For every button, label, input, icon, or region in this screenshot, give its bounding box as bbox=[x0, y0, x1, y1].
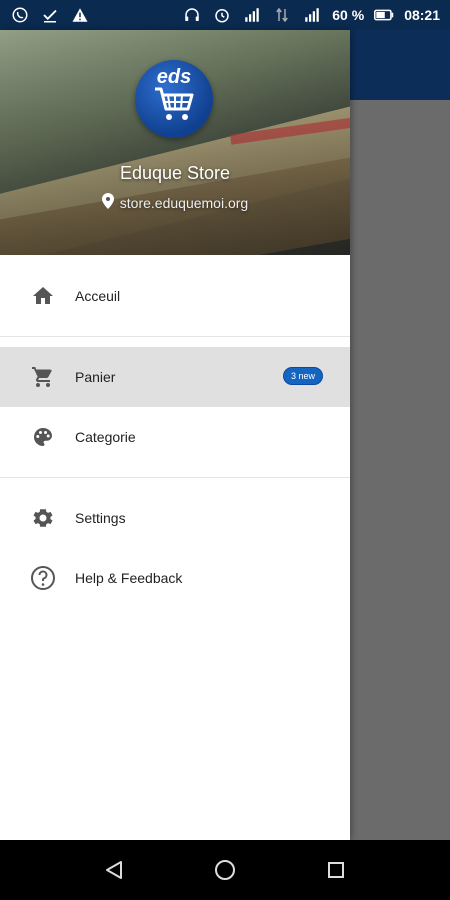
menu-label-category: Categorie bbox=[75, 429, 136, 445]
back-icon[interactable] bbox=[101, 857, 127, 883]
menu-label-home: Acceuil bbox=[75, 288, 121, 304]
location-pin-icon bbox=[101, 193, 114, 212]
menu-label-settings: Settings bbox=[75, 510, 126, 526]
menu-item-category[interactable]: Categorie bbox=[0, 407, 350, 467]
home-circle-icon[interactable] bbox=[212, 857, 238, 883]
palette-icon bbox=[30, 424, 56, 450]
divider bbox=[0, 336, 350, 337]
new-items-badge: 3 new bbox=[282, 367, 323, 385]
divider bbox=[0, 477, 350, 478]
store-name: Eduque Store bbox=[119, 163, 231, 183]
app-bar bbox=[350, 30, 450, 100]
status-right-icons: 60 % 08:21 bbox=[182, 5, 440, 25]
battery-icon bbox=[374, 5, 394, 25]
signal-icon bbox=[302, 5, 322, 25]
store-logo[interactable]: eds bbox=[135, 60, 213, 138]
whatsapp-icon bbox=[10, 5, 30, 25]
menu-item-home[interactable]: Acceuil bbox=[0, 266, 350, 326]
menu-item-help[interactable]: Help & Feedback bbox=[0, 548, 350, 608]
gear-icon bbox=[30, 505, 56, 531]
logo-cart-icon bbox=[155, 87, 194, 120]
help-icon bbox=[30, 565, 56, 591]
navigation-drawer: eds Eduque Store store.eduquemoi.org Acc… bbox=[0, 30, 350, 840]
alarm-icon bbox=[212, 5, 232, 25]
menu-item-cart[interactable]: Panier 3 new bbox=[0, 347, 350, 407]
warning-icon bbox=[70, 5, 90, 25]
menu-label-cart: Panier bbox=[75, 369, 116, 385]
menu-label-help: Help & Feedback bbox=[75, 570, 183, 586]
signal-icon bbox=[242, 5, 262, 25]
drawer-header: eds Eduque Store store.eduquemoi.org bbox=[0, 30, 350, 255]
home-icon bbox=[30, 283, 56, 309]
status-left-icons bbox=[10, 5, 90, 25]
clock: 08:21 bbox=[404, 7, 440, 23]
battery-percent: 60 % bbox=[332, 7, 365, 23]
cart-icon bbox=[30, 364, 56, 390]
headphones-icon bbox=[182, 5, 202, 25]
store-url: store.eduquemoi.org bbox=[119, 194, 249, 211]
system-navigation-bar bbox=[0, 840, 450, 900]
menu-item-settings[interactable]: Settings bbox=[0, 488, 350, 548]
recents-icon[interactable] bbox=[323, 857, 349, 883]
logo-text: eds bbox=[156, 66, 192, 88]
store-url-row[interactable]: store.eduquemoi.org bbox=[0, 193, 350, 212]
check-download-icon bbox=[40, 5, 60, 25]
status-bar: 60 % 08:21 bbox=[0, 0, 450, 30]
data-transfer-icon bbox=[272, 5, 292, 25]
